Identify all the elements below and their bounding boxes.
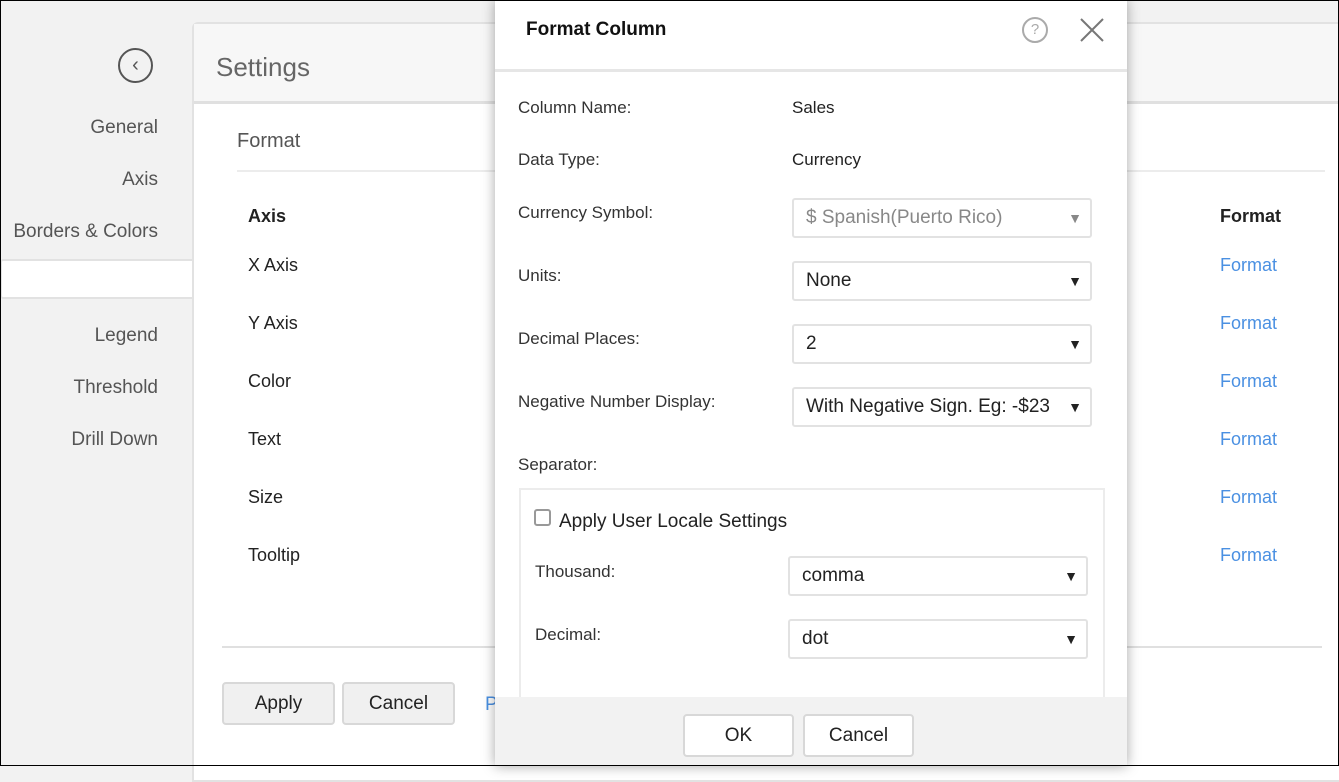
decimal-select[interactable]: dot ▼	[788, 619, 1088, 659]
dialog-cancel-button[interactable]: Cancel	[803, 714, 914, 757]
row-label: X Axis	[248, 255, 299, 275]
column-name-label: Column Name:	[518, 98, 632, 117]
close-icon[interactable]	[1080, 18, 1104, 42]
caret-down-icon: ▼	[1068, 273, 1082, 289]
separator-label: Separator:	[518, 455, 598, 474]
caret-down-icon: ▼	[1068, 399, 1082, 415]
row-label: Tooltip	[248, 545, 301, 565]
selected-value: dot	[802, 628, 829, 649]
apply-button[interactable]: Apply	[222, 682, 335, 725]
row-label: Size	[248, 487, 284, 507]
data-type-label: Data Type:	[518, 150, 600, 169]
dialog-footer: OK Cancel	[495, 697, 1127, 766]
selected-value: $ Spanish(Puerto Rico)	[806, 207, 1003, 228]
help-icon[interactable]: ?	[1022, 17, 1048, 43]
format-link[interactable]: Format	[1220, 313, 1277, 334]
separator-box: Apply User Locale Settings Thousand: com…	[519, 488, 1105, 718]
selected-value: None	[806, 270, 852, 291]
caret-down-icon: ▼	[1068, 210, 1082, 226]
decimal-places-select[interactable]: 2 ▼	[792, 324, 1092, 364]
column-name-value: Sales	[792, 98, 835, 117]
cancel-button[interactable]: Cancel	[342, 682, 455, 725]
thousand-select[interactable]: comma ▼	[788, 556, 1088, 596]
locale-checkbox[interactable]	[534, 509, 551, 526]
currency-symbol-select: $ Spanish(Puerto Rico) ▼	[792, 198, 1092, 238]
selected-value: With Negative Sign. Eg: -$23	[806, 396, 1050, 417]
decimal-places-label: Decimal Places:	[518, 329, 640, 348]
caret-down-icon: ▼	[1064, 568, 1078, 584]
chevron-left-icon: ‹	[132, 54, 139, 76]
format-link[interactable]: Format	[1220, 255, 1277, 276]
units-select[interactable]: None ▼	[792, 261, 1092, 301]
locale-checkbox-label[interactable]: Apply User Locale Settings	[559, 511, 787, 533]
selected-value: comma	[802, 565, 865, 586]
sidebar-item-axis[interactable]: Axis	[0, 154, 188, 206]
units-label: Units:	[518, 266, 562, 285]
negative-number-select[interactable]: With Negative Sign. Eg: -$23 ▼	[792, 387, 1092, 427]
format-link[interactable]: Format	[1220, 487, 1277, 508]
caret-down-icon: ▼	[1068, 336, 1082, 352]
format-link[interactable]: Format	[1220, 545, 1277, 566]
section-title: Format	[237, 130, 301, 152]
sidebar-item-legend[interactable]: Legend	[0, 310, 188, 362]
selected-value: 2	[806, 333, 817, 354]
sidebar-item-threshold[interactable]: Threshold	[0, 362, 188, 414]
currency-symbol-label: Currency Symbol:	[518, 203, 654, 222]
format-column-dialog: Format Column ? Column Name: Sales Data …	[495, 0, 1127, 766]
back-button[interactable]: ‹	[118, 48, 153, 83]
negative-number-label: Negative Number Display:	[518, 392, 716, 411]
data-type-value: Currency	[792, 150, 861, 169]
divider	[495, 69, 1127, 72]
thousand-label: Thousand:	[535, 562, 616, 581]
sidebar-item-drill-down[interactable]: Drill Down	[0, 414, 188, 466]
dialog-title: Format Column	[526, 19, 667, 40]
sidebar-item-borders-colors[interactable]: Borders & Colors	[0, 206, 188, 258]
row-label: Y Axis	[248, 313, 298, 333]
axis-column-header: Axis	[248, 206, 287, 226]
format-column-header: Format	[1220, 206, 1282, 226]
row-label: Text	[248, 429, 282, 449]
ok-button[interactable]: OK	[683, 714, 794, 757]
row-label: Color	[248, 371, 292, 391]
page-title: Settings	[216, 52, 310, 82]
decimal-label: Decimal:	[535, 625, 602, 644]
sidebar-item-general[interactable]: General	[0, 102, 188, 154]
caret-down-icon: ▼	[1064, 631, 1078, 647]
format-link[interactable]: Format	[1220, 371, 1277, 392]
format-link[interactable]: Format	[1220, 429, 1277, 450]
